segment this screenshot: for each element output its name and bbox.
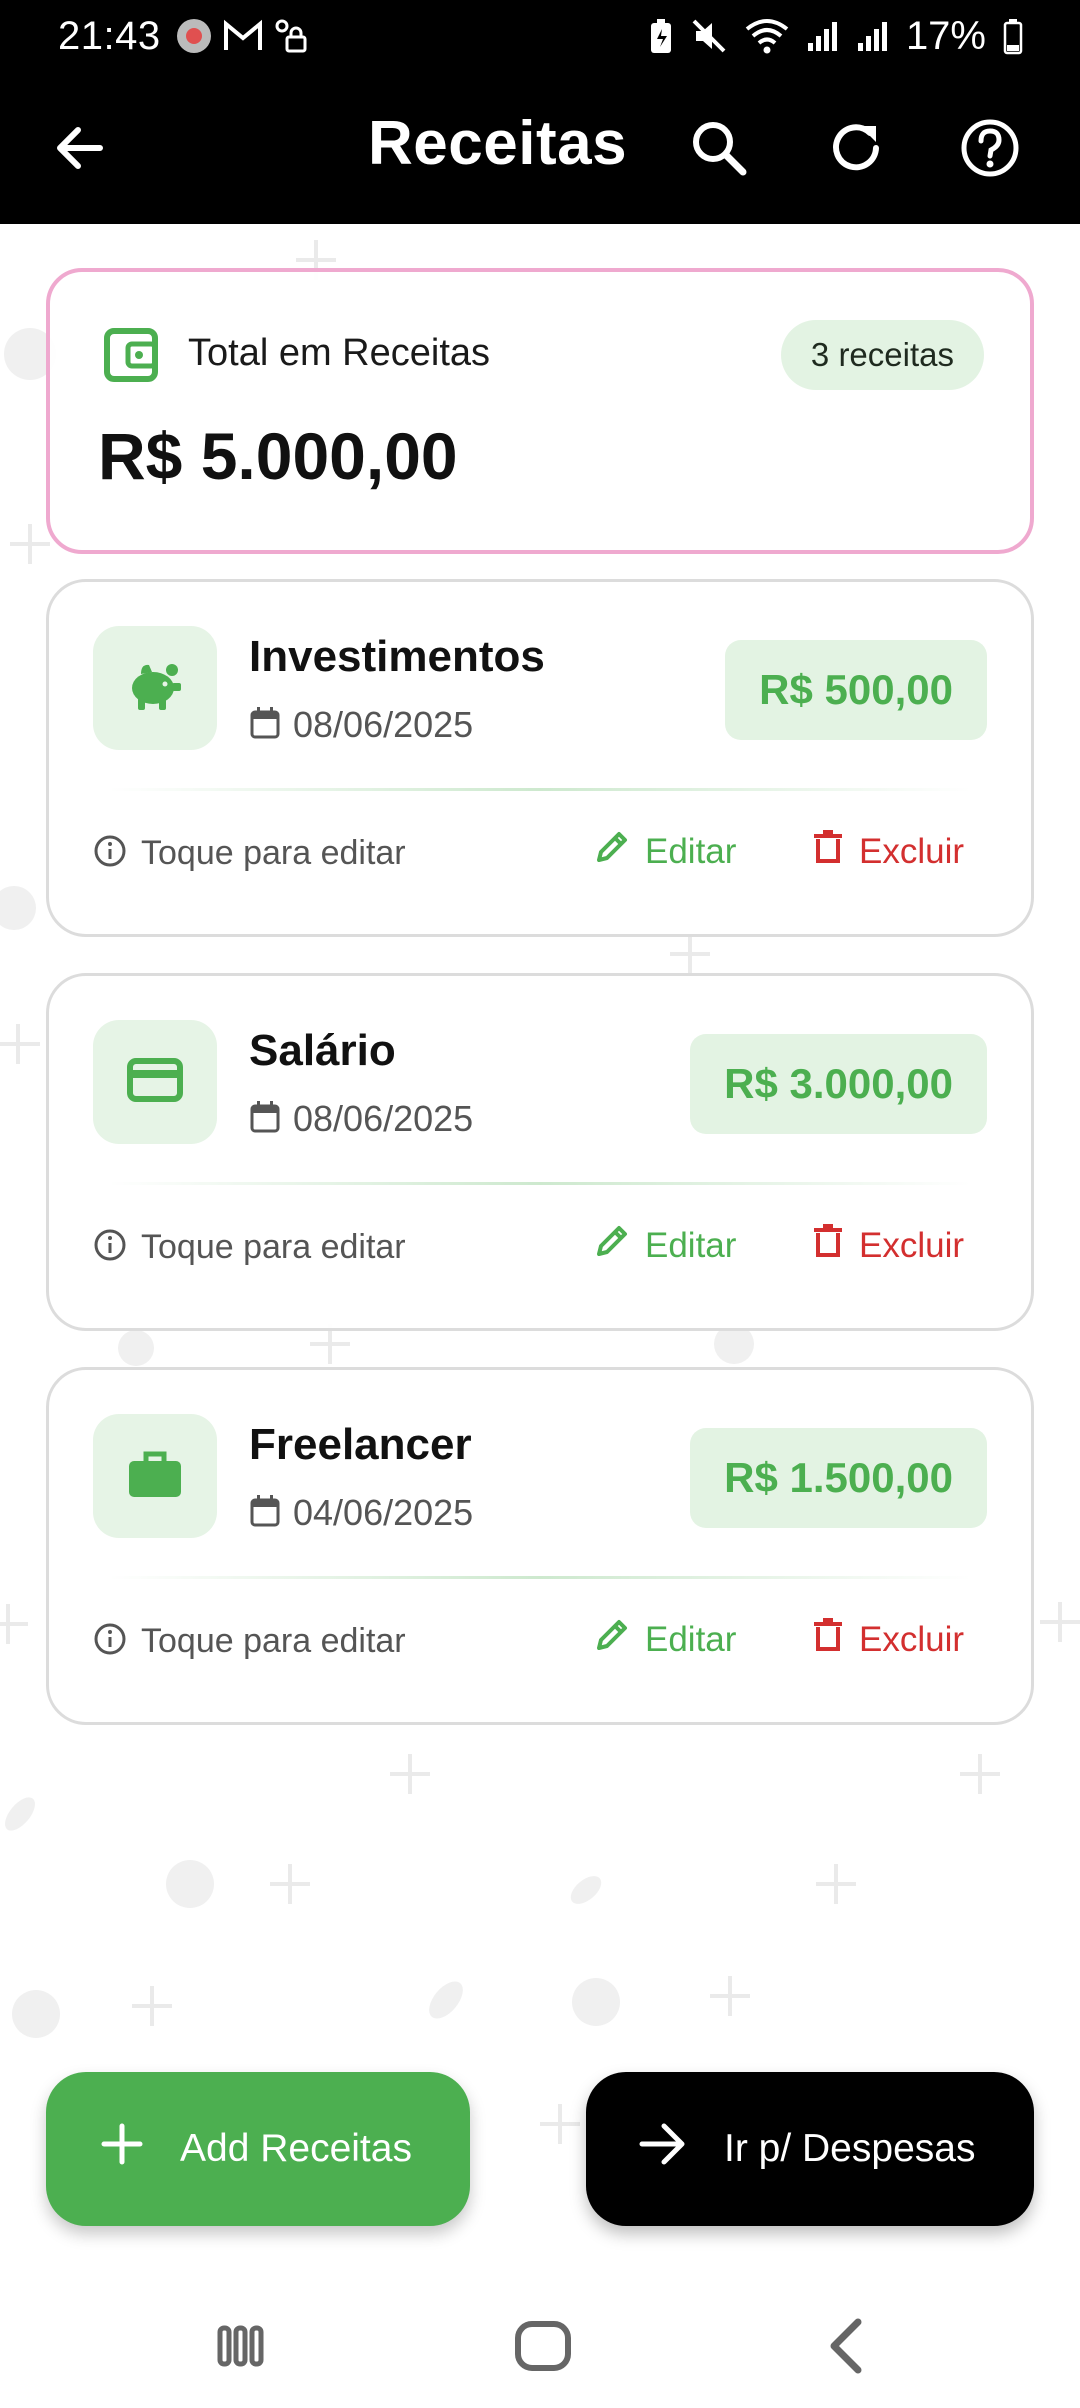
summary-label: Total em Receitas — [188, 332, 491, 374]
calendar-icon — [249, 1494, 281, 1533]
status-bar: 21:43 17% — [0, 0, 1080, 72]
signal-icon-1 — [806, 19, 840, 53]
pencil-icon — [593, 1616, 631, 1663]
system-nav-bar — [0, 2284, 1080, 2408]
info-icon — [93, 1228, 127, 1267]
income-icon-box — [93, 1020, 217, 1144]
income-date-row: 08/06/2025 — [249, 1098, 473, 1140]
delete-label: Excluir — [859, 831, 965, 871]
hint-text: Toque para editar — [141, 834, 406, 872]
income-card[interactable]: Investimentos 08/06/2025 R$ 500,00 Toque… — [46, 579, 1034, 937]
income-date: 08/06/2025 — [293, 704, 474, 745]
edit-button[interactable]: Editar — [593, 1222, 736, 1269]
income-amount: R$ 1.500,00 — [690, 1428, 987, 1528]
delete-button[interactable]: Excluir — [811, 828, 964, 875]
battery-percent: 17% — [905, 13, 986, 58]
edit-button[interactable]: Editar — [593, 828, 736, 875]
credit-card-icon — [125, 1050, 185, 1115]
edit-label: Editar — [645, 1619, 737, 1659]
help-icon[interactable] — [954, 112, 1026, 184]
hint-text: Toque para editar — [141, 1622, 406, 1660]
page-title: Receitas — [368, 109, 628, 178]
status-time: 21:43 — [58, 13, 161, 58]
gmail-icon — [223, 19, 263, 53]
add-income-button[interactable]: Add Receitas — [46, 2072, 470, 2226]
edit-label: Editar — [645, 831, 737, 871]
edit-hint: Toque para editar — [93, 834, 406, 873]
signal-icon-2 — [856, 19, 890, 53]
income-amount: R$ 3.000,00 — [690, 1034, 987, 1134]
income-card[interactable]: Salário 08/06/2025 R$ 3.000,00 Toque par… — [46, 973, 1034, 1331]
trash-icon — [811, 828, 845, 875]
recents-icon[interactable] — [206, 2314, 276, 2378]
battery-saver-icon — [648, 17, 674, 55]
income-amount: R$ 500,00 — [725, 640, 987, 740]
wifi-icon — [744, 17, 790, 55]
income-card[interactable]: Freelancer 04/06/2025 R$ 1.500,00 Toque … — [46, 1367, 1034, 1725]
edit-button[interactable]: Editar — [593, 1616, 736, 1663]
delete-label: Excluir — [859, 1225, 965, 1265]
summary-total: R$ 5.000,00 — [98, 419, 458, 493]
card-divider — [109, 1182, 971, 1185]
battery-icon — [1002, 17, 1024, 55]
back-arrow-icon[interactable] — [48, 116, 112, 180]
income-name: Investimentos — [249, 632, 545, 681]
home-icon[interactable] — [508, 2314, 578, 2378]
status-left-icons — [175, 17, 309, 55]
vpn-key-icon — [273, 17, 309, 55]
card-divider — [109, 788, 971, 791]
go-to-expenses-button[interactable]: Ir p/ Despesas — [586, 2072, 1034, 2226]
app-notification-icon — [175, 17, 213, 55]
income-icon-box — [93, 626, 217, 750]
add-income-label: Add Receitas — [180, 2127, 412, 2170]
system-back-icon[interactable] — [812, 2314, 882, 2378]
delete-button[interactable]: Excluir — [811, 1222, 964, 1269]
pencil-icon — [593, 828, 631, 875]
trash-icon — [811, 1616, 845, 1663]
income-name: Freelancer — [249, 1420, 472, 1469]
edit-label: Editar — [645, 1225, 737, 1265]
calendar-icon — [249, 706, 281, 745]
income-date-row: 08/06/2025 — [249, 704, 473, 746]
refresh-icon[interactable] — [820, 112, 892, 184]
plus-icon — [100, 2122, 144, 2176]
go-to-expenses-label: Ir p/ Despesas — [724, 2127, 976, 2170]
income-date: 04/06/2025 — [293, 1492, 474, 1533]
search-icon[interactable] — [683, 112, 755, 184]
trash-icon — [811, 1222, 845, 1269]
total-summary-card: Total em Receitas 3 receitas R$ 5.000,00 — [46, 268, 1034, 554]
card-divider — [109, 1576, 971, 1579]
arrow-right-icon — [638, 2119, 688, 2179]
pencil-icon — [593, 1222, 631, 1269]
income-icon-box — [93, 1414, 217, 1538]
delete-label: Excluir — [859, 1619, 965, 1659]
app-bar: Receitas — [0, 72, 1080, 224]
income-name: Salário — [249, 1026, 396, 1075]
delete-button[interactable]: Excluir — [811, 1616, 964, 1663]
income-date: 08/06/2025 — [293, 1098, 474, 1139]
hint-text: Toque para editar — [141, 1228, 406, 1266]
info-icon — [93, 1622, 127, 1661]
count-badge: 3 receitas — [780, 320, 984, 390]
mute-icon — [690, 17, 728, 55]
calendar-icon — [249, 1100, 281, 1139]
status-right-icons: 17% — [648, 14, 1024, 59]
edit-hint: Toque para editar — [93, 1228, 406, 1267]
wallet-icon — [102, 326, 160, 384]
info-icon — [93, 834, 127, 873]
edit-hint: Toque para editar — [93, 1622, 406, 1661]
income-date-row: 04/06/2025 — [249, 1492, 473, 1534]
briefcase-icon — [125, 1444, 185, 1509]
piggy-bank-icon — [125, 656, 185, 721]
